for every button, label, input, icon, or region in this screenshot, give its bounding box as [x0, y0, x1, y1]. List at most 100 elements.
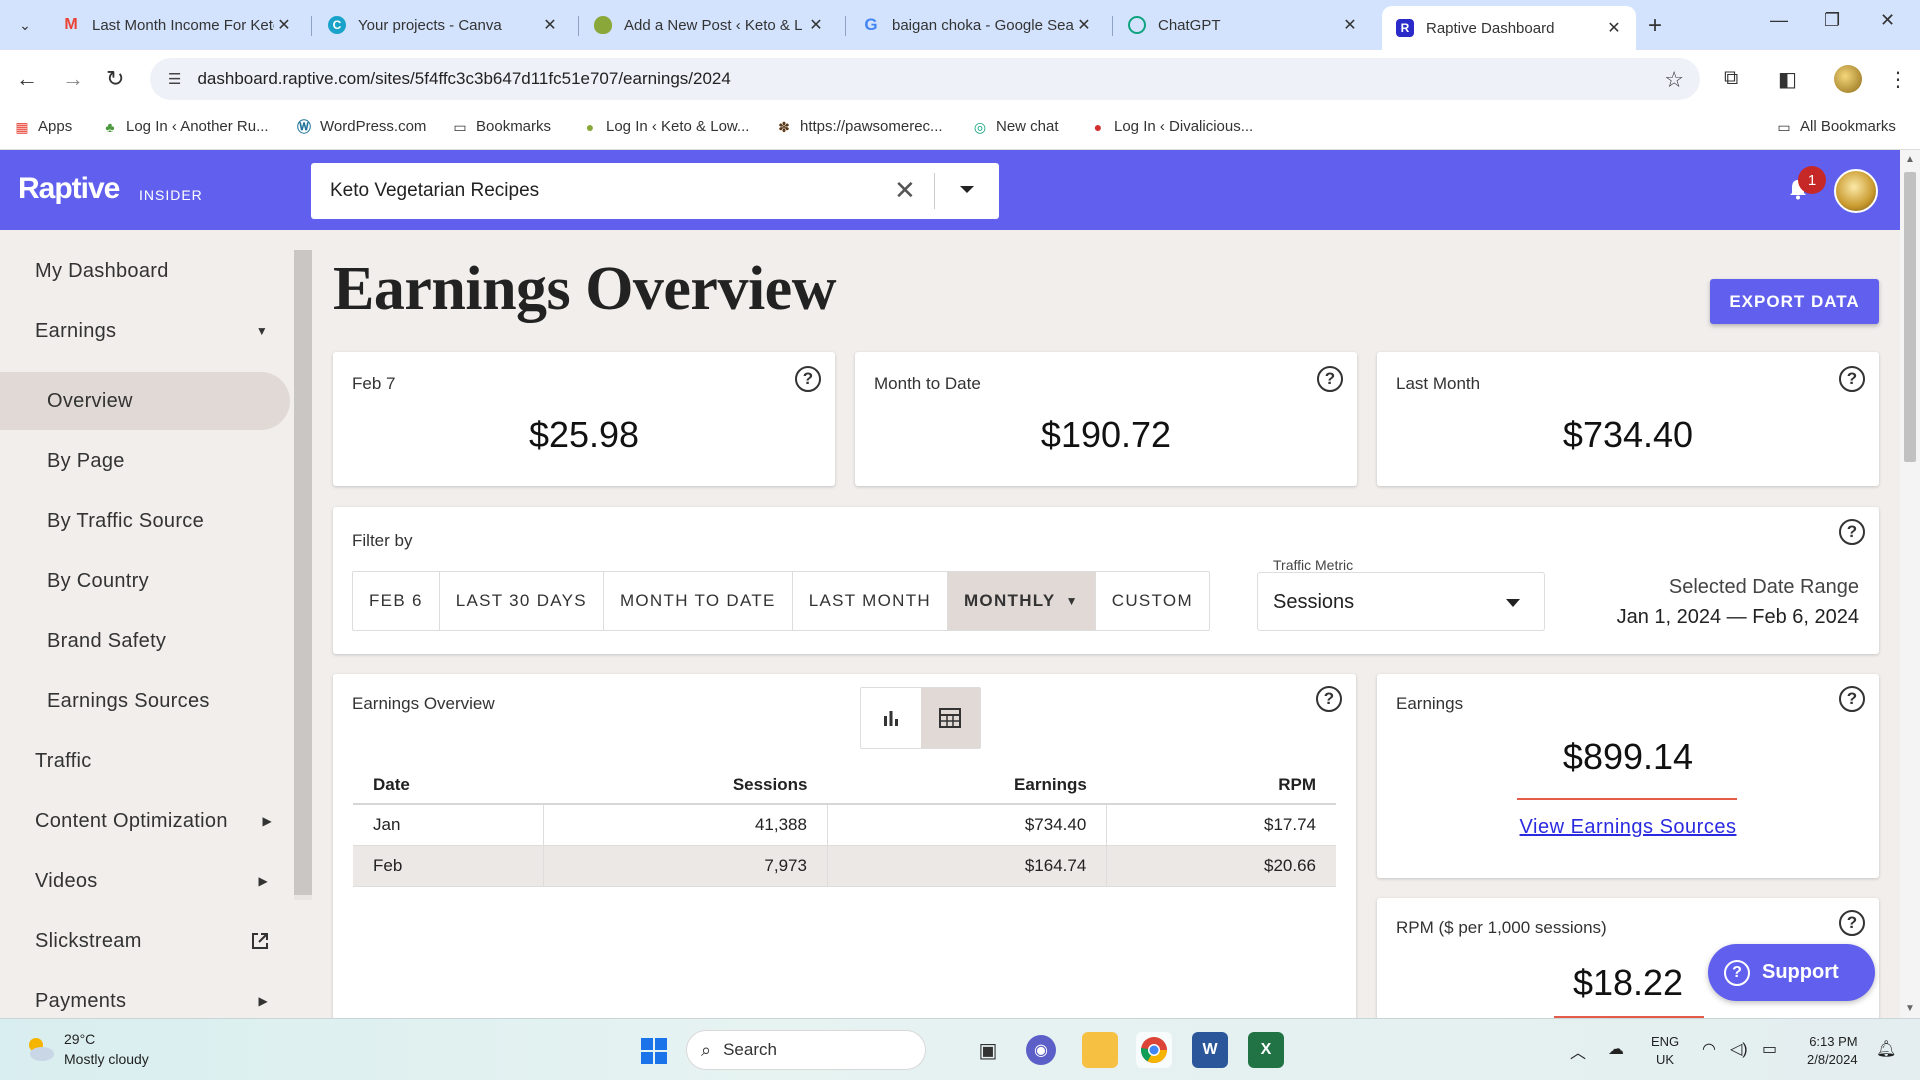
sidebar-item-by-page[interactable]: By Page [0, 432, 290, 490]
close-tab-icon[interactable]: ✕ [806, 15, 826, 35]
bookmark-folder[interactable]: ▭ Bookmarks [452, 118, 551, 135]
view-earnings-sources-link[interactable]: View Earnings Sources [1377, 816, 1879, 839]
scroll-up-icon[interactable]: ▲ [1905, 154, 1915, 165]
close-tab-icon[interactable]: ✕ [274, 15, 294, 35]
sidebar-item-by-country[interactable]: By Country [0, 552, 290, 610]
file-explorer-icon[interactable] [1082, 1032, 1118, 1068]
bookmark-wordpress[interactable]: Ⓦ WordPress.com [296, 118, 426, 135]
support-button[interactable]: ? Support [1708, 944, 1875, 1001]
close-tab-icon[interactable]: ✕ [540, 15, 560, 35]
all-bookmarks[interactable]: ▭ All Bookmarks [1776, 118, 1895, 135]
language-indicator[interactable]: ENG UK [1651, 1033, 1679, 1069]
bookmark-pawsome[interactable]: ✽ https://pawsomerec... [776, 118, 942, 135]
filter-monthly-button[interactable]: MONTHLY ▼ [947, 572, 1096, 630]
word-icon[interactable]: W [1192, 1032, 1228, 1068]
reload-icon[interactable]: ↻ [106, 66, 124, 92]
windows-start-icon[interactable] [641, 1038, 667, 1064]
site-selector[interactable]: Keto Vegetarian Recipes ✕ [311, 163, 999, 219]
wifi-icon[interactable]: ◠ [1702, 1039, 1716, 1059]
column-header-rpm[interactable]: RPM [1106, 766, 1336, 805]
chevron-down-icon[interactable] [959, 185, 975, 195]
tab-wordpress-post[interactable]: Add a New Post ‹ Keto & L ✕ [580, 8, 838, 42]
filter-month-to-date-button[interactable]: MONTH TO DATE [604, 572, 793, 630]
battery-icon[interactable]: ▭ [1762, 1039, 1777, 1059]
close-tab-icon[interactable]: ✕ [1604, 18, 1624, 38]
close-tab-icon[interactable]: ✕ [1340, 15, 1360, 35]
main-scrollbar-thumb[interactable] [1904, 172, 1916, 462]
show-hidden-icons-icon[interactable]: ︿ [1570, 1039, 1586, 1063]
column-header-date[interactable]: Date [353, 766, 544, 805]
help-icon[interactable]: ? [1839, 910, 1865, 936]
url-field[interactable]: ☰ dashboard.raptive.com/sites/5f4ffc3c3b… [150, 58, 1700, 100]
tab-canva[interactable]: C Your projects - Canva ✕ [314, 8, 572, 42]
tab-raptive-dashboard[interactable]: R Raptive Dashboard ✕ [1382, 6, 1636, 50]
clear-icon[interactable]: ✕ [894, 175, 916, 206]
system-clock[interactable]: 6:13 PM 2/8/2024 [1807, 1033, 1858, 1069]
notifications-bell-icon[interactable]: 🔔︎ [1876, 1039, 1896, 1059]
more-menu-icon[interactable]: ⋮ [1888, 67, 1908, 92]
scroll-down-icon[interactable]: ▼ [1905, 1003, 1915, 1014]
sidebar-item-content-optimization[interactable]: Content Optimization ▶ [0, 792, 290, 850]
tab-search-icon[interactable]: ⌄ [12, 12, 38, 38]
onedrive-icon[interactable]: ☁ [1608, 1039, 1624, 1059]
column-header-sessions[interactable]: Sessions [543, 766, 828, 805]
traffic-metric-select[interactable]: Sessions [1257, 572, 1545, 631]
sidebar-item-by-traffic-source[interactable]: By Traffic Source [0, 492, 290, 550]
tab-google-search[interactable]: G baigan choka - Google Sea ✕ [848, 8, 1106, 42]
weather-description[interactable]: Mostly cloudy [64, 1051, 149, 1067]
site-settings-icon[interactable]: ☰ [168, 70, 181, 88]
sidebar-scrollbar[interactable] [294, 250, 312, 900]
taskbar-search[interactable]: ⌕ Search [686, 1030, 926, 1070]
excel-icon[interactable]: X [1248, 1032, 1284, 1068]
main-scrollbar[interactable]: ▲ ▼ [1900, 150, 1920, 1018]
bookmark-apps[interactable]: ▦ Apps [14, 118, 72, 135]
bookmark-divalicious[interactable]: ● Log In ‹ Divalicious... [1090, 118, 1253, 135]
filter-feb-6-button[interactable]: FEB 6 [353, 572, 440, 630]
weather-temperature[interactable]: 29°C [64, 1031, 95, 1047]
restore-icon[interactable]: ❐ [1824, 10, 1840, 31]
filter-custom-button[interactable]: CUSTOM [1096, 572, 1209, 630]
sidebar-item-earnings-sources[interactable]: Earnings Sources [0, 672, 290, 730]
sidebar-item-slickstream[interactable]: Slickstream [0, 912, 290, 970]
sidebar-item-traffic[interactable]: Traffic [0, 732, 290, 790]
tab-chatgpt[interactable]: ChatGPT ✕ [1114, 8, 1372, 42]
sidebar-item-brand-safety[interactable]: Brand Safety [0, 612, 290, 670]
help-icon[interactable]: ? [1316, 686, 1342, 712]
help-icon[interactable]: ? [1839, 519, 1865, 545]
raptive-logo[interactable]: Raptive [18, 172, 120, 206]
bookmark-keto-low[interactable]: ● Log In ‹ Keto & Low... [582, 118, 750, 135]
minimize-icon[interactable]: — [1770, 10, 1788, 31]
volume-icon[interactable]: ◁) [1730, 1039, 1748, 1059]
sidebar-scrollbar-thumb[interactable] [294, 250, 312, 895]
bookmark-star-icon[interactable]: ☆ [1664, 67, 1684, 93]
export-data-button[interactable]: EXPORT DATA [1710, 279, 1879, 324]
user-avatar[interactable] [1834, 169, 1878, 213]
tab-gmail[interactable]: M Last Month Income For Keto ✕ [48, 8, 306, 42]
filter-last-30-days-button[interactable]: LAST 30 DAYS [440, 572, 604, 630]
help-icon[interactable]: ? [1317, 366, 1343, 392]
help-icon[interactable]: ? [1839, 366, 1865, 392]
column-header-earnings[interactable]: Earnings [827, 766, 1107, 805]
new-tab-icon[interactable]: + [1648, 12, 1662, 40]
help-icon[interactable]: ? [1839, 686, 1865, 712]
back-icon[interactable]: ← [16, 66, 38, 92]
profile-avatar[interactable] [1834, 65, 1862, 93]
chart-view-button[interactable] [861, 688, 921, 748]
close-window-icon[interactable]: ✕ [1880, 10, 1895, 31]
chrome-icon[interactable] [1136, 1032, 1172, 1068]
table-view-button[interactable] [920, 688, 980, 748]
sidebar-item-videos[interactable]: Videos ▶ [0, 852, 290, 910]
bookmark-new-chat[interactable]: ◎ New chat [972, 118, 1059, 135]
teams-icon[interactable]: ◉ [1026, 1035, 1056, 1065]
sidebar-item-earnings[interactable]: Earnings ▼ [0, 302, 290, 360]
task-view-icon[interactable]: ▣ [970, 1032, 1006, 1068]
sidebar-item-overview[interactable]: Overview [0, 372, 290, 430]
extensions-icon[interactable]: ⧉ [1724, 67, 1738, 90]
help-icon[interactable]: ? [795, 366, 821, 392]
forward-icon[interactable]: → [62, 66, 84, 92]
bookmark-another-run[interactable]: ♣ Log In ‹ Another Ru... [102, 118, 268, 135]
filter-last-month-button[interactable]: LAST MONTH [793, 572, 948, 630]
side-panel-icon[interactable]: ◧ [1778, 67, 1797, 92]
cloud-sun-icon[interactable] [24, 1035, 56, 1063]
sidebar-item-my-dashboard[interactable]: My Dashboard [0, 242, 290, 300]
